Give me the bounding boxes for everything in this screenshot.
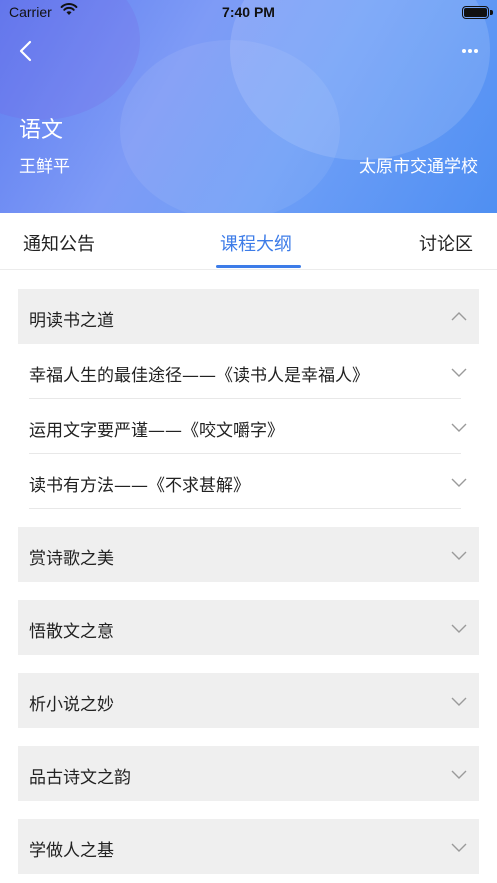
more-button[interactable] [457,42,483,60]
active-tab-indicator [216,265,301,268]
chapter-title: 明读书之道 [29,311,114,331]
chevron-down-icon [451,423,467,432]
chevron-down-icon [451,697,467,706]
more-dots-icon [462,49,478,53]
course-title: 语文 [19,118,64,143]
chapter-header[interactable]: 悟散文之意 [18,600,479,655]
divider [29,508,461,509]
chapter-title: 析小说之妙 [29,695,114,715]
lesson-title: 幸福人生的最佳途径——《读书人是幸福人》 [29,366,369,386]
chapter-header[interactable]: 析小说之妙 [18,673,479,728]
header-background-decoration [120,40,340,213]
tab-bar: 通知公告 课程大纲 讨论区 [0,213,497,270]
lesson-item[interactable]: 幸福人生的最佳途径——《读书人是幸福人》 [18,344,479,399]
chapter-title: 学做人之基 [29,841,114,861]
lesson-item[interactable]: 运用文字要严谨——《咬文嚼字》 [18,399,479,454]
chapter-header[interactable]: 赏诗歌之美 [18,527,479,582]
chapter-title: 悟散文之意 [29,622,114,642]
school-name: 太原市交通学校 [359,157,478,177]
chevron-down-icon [451,478,467,487]
battery-icon [462,6,493,19]
back-button[interactable] [14,38,40,64]
chevron-down-icon [451,551,467,560]
chapter-header[interactable]: 品古诗文之韵 [18,746,479,801]
lesson-title: 运用文字要严谨——《咬文嚼字》 [29,421,284,441]
chevron-left-icon [19,40,32,62]
chapter-header[interactable]: 明读书之道 [18,289,479,344]
tab-discussion[interactable]: 讨论区 [419,230,473,256]
chapter-title: 品古诗文之韵 [29,768,131,788]
status-bar: Carrier 7:40 PM [0,0,497,26]
chevron-up-icon [451,312,467,321]
chapter-header[interactable]: 学做人之基 [18,819,479,874]
chevron-down-icon [451,770,467,779]
chapter-title: 赏诗歌之美 [29,549,114,569]
clock-time: 7:40 PM [222,4,275,20]
lesson-item[interactable]: 读书有方法——《不求甚解》 [18,454,479,509]
tab-announcements[interactable]: 通知公告 [23,230,95,256]
chevron-down-icon [451,368,467,377]
course-header: Carrier 7:40 PM 语文 王鲜平 太原市交通学校 [0,0,497,213]
chevron-down-icon [451,843,467,852]
teacher-name: 王鲜平 [19,157,70,177]
lesson-title: 读书有方法——《不求甚解》 [29,476,250,496]
tab-course-outline[interactable]: 课程大纲 [220,230,292,256]
chevron-down-icon [451,624,467,633]
